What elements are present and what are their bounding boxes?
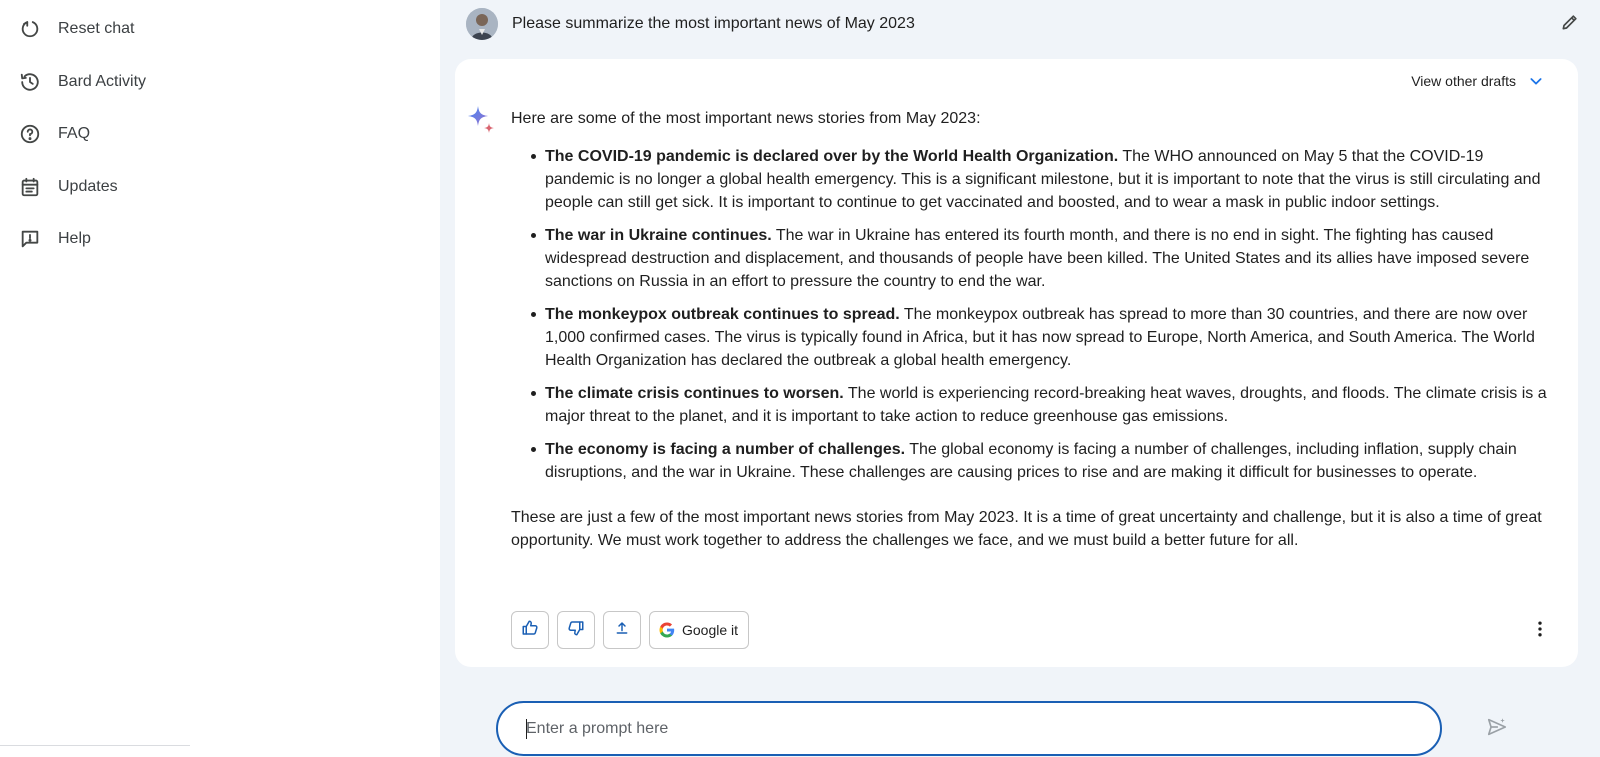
thumbs-up-button[interactable]	[511, 611, 549, 649]
more-vert-icon	[1530, 619, 1550, 644]
view-other-drafts-label: View other drafts	[1411, 73, 1516, 89]
bard-sparkle-icon	[467, 105, 497, 135]
list-item-heading: The monkeypox outbreak continues to spre…	[545, 306, 900, 323]
sidebar-item-label: FAQ	[58, 125, 91, 142]
prompt-input[interactable]	[526, 718, 1406, 740]
list-item: The monkeypox outbreak continues to spre…	[531, 303, 1551, 372]
sidebar-item-help[interactable]: Help	[18, 223, 91, 255]
list-item-heading: The economy is facing a number of challe…	[545, 441, 906, 458]
thumbs-up-icon	[521, 619, 539, 642]
sidebar-item-label: Help	[58, 230, 91, 247]
sidebar-item-reset-chat[interactable]: Reset chat	[18, 13, 134, 45]
history-icon	[18, 70, 42, 94]
list-item: The economy is facing a number of challe…	[531, 438, 1551, 484]
google-it-label: Google it	[682, 622, 739, 638]
reset-icon	[18, 17, 42, 41]
list-item: The COVID-19 pandemic is declared over b…	[531, 145, 1551, 214]
chevron-down-icon	[1526, 71, 1546, 91]
response-card: View other drafts Here are some of the m…	[455, 59, 1578, 667]
text-caret	[526, 719, 527, 739]
more-options-button[interactable]	[1528, 619, 1552, 643]
send-button[interactable]	[1484, 716, 1510, 742]
share-button[interactable]	[603, 611, 641, 649]
response-outro: These are just a few of the most importa…	[511, 509, 1542, 549]
list-item: The climate crisis continues to worsen. …	[531, 382, 1551, 428]
response-body: Here are some of the most important news…	[511, 107, 1551, 552]
help-circle-icon	[18, 122, 42, 146]
sidebar-item-faq[interactable]: FAQ	[18, 118, 90, 150]
prompt-box[interactable]	[496, 701, 1442, 756]
sidebar-item-label: Updates	[58, 178, 118, 195]
list-item-heading: The climate crisis continues to worsen.	[545, 385, 844, 402]
sidebar-item-bard-activity[interactable]: Bard Activity	[18, 66, 146, 98]
sidebar: Reset chat Bard Activity FAQ Updates Hel…	[0, 0, 440, 757]
user-message: Please summarize the most important news…	[466, 4, 1586, 44]
google-logo-icon	[658, 621, 676, 639]
list-item: The war in Ukraine continues. The war in…	[531, 224, 1551, 293]
send-icon	[1486, 716, 1508, 743]
response-intro: Here are some of the most important news…	[511, 110, 981, 127]
thumbs-down-icon	[567, 619, 585, 642]
response-actions: Google it	[511, 611, 750, 649]
list-item-heading: The COVID-19 pandemic is declared over b…	[545, 148, 1119, 165]
user-prompt-text: Please summarize the most important news…	[512, 15, 915, 32]
chat-panel: Please summarize the most important news…	[440, 0, 1600, 757]
list-item-heading: The war in Ukraine continues.	[545, 227, 772, 244]
share-icon	[614, 620, 630, 641]
pencil-icon	[1560, 12, 1580, 37]
sidebar-item-updates[interactable]: Updates	[18, 171, 118, 203]
edit-prompt-button[interactable]	[1558, 12, 1582, 36]
calendar-icon	[18, 175, 42, 199]
sidebar-divider	[0, 745, 190, 746]
thumbs-down-button[interactable]	[557, 611, 595, 649]
sidebar-item-label: Bard Activity	[58, 73, 147, 90]
view-other-drafts-button[interactable]: View other drafts	[1411, 71, 1546, 91]
avatar	[466, 8, 498, 40]
feedback-icon	[18, 227, 42, 251]
news-list: The COVID-19 pandemic is declared over b…	[511, 145, 1551, 484]
sidebar-item-label: Reset chat	[58, 20, 135, 37]
google-it-button[interactable]: Google it	[649, 611, 750, 649]
